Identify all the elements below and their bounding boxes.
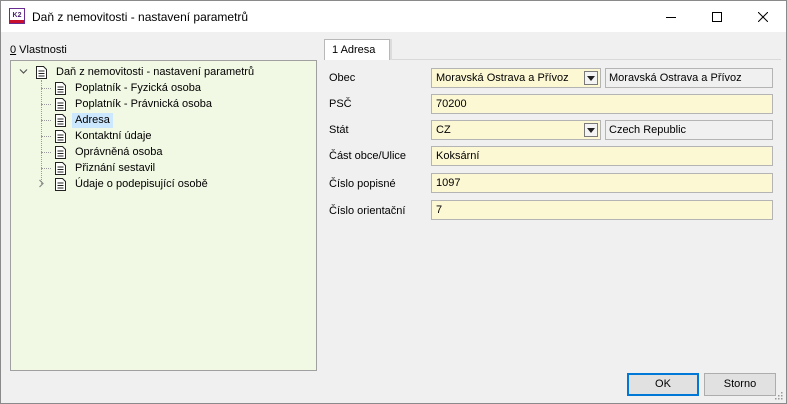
tree-item-label: Údaje o podepisující osobě: [75, 177, 208, 190]
tree-item-poplatnik-fyzicka[interactable]: Poplatník - Fyzická osoba: [55, 80, 204, 96]
tree-item-kontaktni-udaje[interactable]: Kontaktní údaje: [55, 128, 154, 144]
document-icon: [55, 145, 66, 159]
obec-value: Moravská Ostrava a Přívoz: [436, 72, 569, 84]
tree-guide-line: [41, 152, 51, 153]
tree-item-label: Kontaktní údaje: [75, 129, 152, 142]
tab-edge: [390, 39, 392, 60]
tree-root-label: Daň z nemovitosti - nastavení parametrů: [56, 65, 255, 78]
tree-item-label: Poplatník - Fyzická osoba: [75, 81, 201, 94]
dropdown-arrow-icon[interactable]: [584, 123, 598, 137]
psc-input[interactable]: 70200: [431, 94, 773, 114]
close-icon: [758, 11, 768, 22]
cislo-orientacni-input[interactable]: 7: [431, 200, 773, 220]
tree-item-label: Oprávněná osoba: [75, 145, 163, 158]
document-icon: [55, 97, 66, 111]
cislo-popisne-input[interactable]: 1097: [431, 173, 773, 193]
window-title: Daň z nemovitosti - nastavení parametrů: [32, 10, 249, 24]
minimize-icon: [666, 16, 676, 18]
obec-combobox[interactable]: Moravská Ostrava a Přívoz: [431, 68, 601, 88]
dialog-window: K2 Daň z nemovitosti - nastavení paramet…: [0, 0, 787, 404]
tree-item-poplatnik-pravnicka[interactable]: Poplatník - Právnická osoba: [55, 96, 215, 112]
document-icon: [55, 81, 66, 95]
title-bar: K2 Daň z nemovitosti - nastavení paramet…: [1, 1, 786, 32]
resize-grip-icon[interactable]: [773, 390, 783, 400]
cast-obce-input[interactable]: Koksární: [431, 146, 773, 166]
chevron-down-icon[interactable]: [19, 67, 28, 76]
cancel-button[interactable]: Storno: [704, 373, 776, 396]
tab-adresa[interactable]: 1 Adresa: [324, 39, 390, 60]
stat-display: Czech Republic: [605, 120, 773, 140]
maximize-icon: [712, 11, 722, 22]
tree-item-adresa[interactable]: Adresa: [55, 112, 113, 128]
tree-guide-line: [41, 88, 51, 89]
tree-guide-line: [41, 136, 51, 137]
stat-combobox[interactable]: CZ: [431, 120, 601, 140]
properties-label: 0 Vlastnosti: [10, 44, 67, 56]
document-icon: [36, 65, 47, 79]
document-icon: [55, 129, 66, 143]
ok-button[interactable]: OK: [627, 373, 699, 396]
tree-item-opravnena-osoba[interactable]: Oprávněná osoba: [55, 144, 165, 160]
label-cislo-orientacni: Číslo orientační: [329, 205, 406, 217]
document-icon: [55, 113, 66, 127]
label-psc: PSČ: [329, 98, 352, 110]
tree-item-label-selected: Adresa: [72, 112, 113, 128]
k2-app-icon: K2: [9, 8, 25, 24]
minimize-button[interactable]: [648, 1, 694, 32]
tree-guide-line: [41, 104, 51, 105]
tab-strip-divider: [324, 59, 781, 60]
label-cast-obce: Část obce/Ulice: [329, 150, 407, 162]
label-cislo-popisne: Číslo popisné: [329, 178, 396, 190]
tree-item-udaje-podepisujici[interactable]: Údaje o podepisující osobě: [55, 176, 211, 192]
tree-item-label: Přiznání sestavil: [75, 161, 156, 174]
chevron-right-icon[interactable]: [37, 179, 46, 188]
document-icon: [55, 161, 66, 175]
tree-item-label: Poplatník - Právnická osoba: [75, 97, 212, 110]
close-button[interactable]: [740, 1, 786, 32]
tree-guide-line: [41, 120, 51, 121]
label-obec: Obec: [329, 72, 356, 84]
document-icon: [55, 177, 66, 191]
stat-value: CZ: [436, 124, 451, 136]
dropdown-arrow-icon[interactable]: [584, 71, 598, 85]
label-stat: Stát: [329, 124, 349, 136]
properties-tree[interactable]: Daň z nemovitosti - nastavení parametrů …: [10, 60, 317, 371]
maximize-button[interactable]: [694, 1, 740, 32]
tree-root[interactable]: Daň z nemovitosti - nastavení parametrů: [36, 64, 257, 80]
tree-item-priznani-sestavil[interactable]: Přiznání sestavil: [55, 160, 158, 176]
tree-guide-line: [41, 168, 51, 169]
properties-label-text: Vlastnosti: [16, 44, 67, 56]
obec-display: Moravská Ostrava a Přívoz: [605, 68, 773, 88]
